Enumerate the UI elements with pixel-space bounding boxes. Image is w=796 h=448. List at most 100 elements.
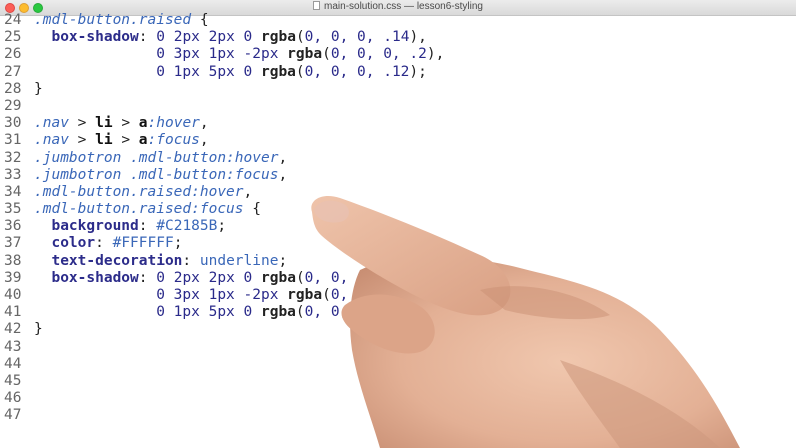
window-title: main-solution.css — lesson6-styling (324, 1, 483, 12)
code-token: , (278, 166, 288, 183)
code-line[interactable]: 46 (0, 390, 796, 407)
code-token: 0 1px 5px 0 (156, 63, 261, 80)
code-line[interactable]: 33 .jumbotron .mdl-button:focus, (0, 167, 796, 184)
code-token: rgba (261, 29, 296, 46)
code-line[interactable]: 28} (0, 81, 796, 98)
code-line[interactable]: 42} (0, 321, 796, 338)
code-token: :focus (147, 132, 200, 149)
line-number: 27 (4, 63, 22, 80)
code-line[interactable]: 40 0 3px 1px -2px rgba(0, 0, 0, .2), (0, 287, 796, 304)
line-number: 31 (4, 132, 22, 149)
code-line[interactable]: 44 (0, 356, 796, 373)
code-token: } (34, 80, 43, 97)
code-line[interactable]: 32 .jumbotron .mdl-button:hover, (0, 150, 796, 167)
code-token: ; (173, 235, 183, 252)
code-token: ), (426, 46, 445, 63)
code-token: 0, 0, 0, .14 (304, 269, 410, 286)
code-text: .jumbotron .mdl-button:hover, (34, 150, 287, 167)
code-line[interactable]: 36 background: #C2185B; (0, 218, 796, 235)
line-number: 24 (4, 12, 22, 28)
line-number: 47 (4, 407, 22, 424)
code-text: color: #FFFFFF; (34, 235, 182, 252)
code-token: text-decoration (51, 252, 183, 269)
code-line[interactable]: 43 (0, 339, 796, 356)
code-text: } (34, 321, 43, 338)
code-token: rgba (260, 63, 296, 80)
code-line[interactable]: 35 .mdl-button.raised:focus { (0, 201, 796, 218)
code-token: ); (409, 304, 427, 321)
code-line[interactable]: 45 (0, 373, 796, 390)
code-token: : (95, 235, 113, 252)
code-token: 0, 0, 0, .2 (330, 46, 427, 63)
code-text: box-shadow: 0 2px 2px 0 rgba(0, 0, 0, .1… (34, 269, 427, 287)
code-token: ( (322, 287, 331, 303)
code-token: .jumbotron .mdl-button:focus (34, 166, 279, 183)
code-token: rgba (287, 287, 323, 303)
line-number: 45 (4, 372, 22, 389)
css-file-icon (313, 1, 321, 10)
code-token: > (112, 115, 139, 132)
code-token: 0 3px 1px -2px (156, 46, 288, 63)
code-token: a (138, 132, 148, 149)
code-token: .jumbotron .mdl-button:hover (34, 149, 279, 166)
code-token: > (68, 132, 96, 149)
line-number: 36 (4, 218, 22, 235)
code-token: #C2185B (156, 218, 218, 235)
code-token: #FFFFFF (112, 235, 174, 252)
code-token: .mdl-button.raised:hover (34, 183, 244, 200)
line-number: 40 (4, 287, 22, 303)
code-text: 0 1px 5px 0 rgba(0, 0, 0, .12); (34, 64, 427, 81)
code-line[interactable]: 29 (0, 98, 796, 115)
code-token: ( (295, 29, 305, 46)
code-line[interactable]: 38 text-decoration: underline; (0, 253, 796, 270)
code-token: 0 1px 5px 0 (156, 304, 261, 321)
code-token: : (138, 29, 157, 46)
code-token: { (191, 12, 209, 28)
code-token: ), (409, 269, 427, 286)
code-token: 0, 0, 0, .12 (304, 63, 410, 80)
code-line[interactable]: 26 0 3px 1px -2px rgba(0, 0, 0, .2), (0, 46, 796, 63)
code-token: box-shadow (51, 269, 139, 286)
code-line[interactable]: 31 .nav > li > a:focus, (0, 132, 796, 149)
code-token: , (243, 183, 253, 200)
code-text: 0 3px 1px -2px rgba(0, 0, 0, .2), (34, 287, 444, 304)
code-text: background: #C2185B; (34, 218, 226, 235)
code-token: { (243, 201, 261, 218)
code-line[interactable]: 30 .nav > li > a:hover, (0, 115, 796, 132)
code-token: ( (295, 304, 305, 321)
code-line[interactable]: 37 color: #FFFFFF; (0, 235, 796, 252)
line-number: 33 (4, 166, 22, 183)
code-text: .jumbotron .mdl-button:focus, (34, 167, 287, 184)
line-number: 29 (4, 97, 22, 114)
line-number: 39 (4, 269, 22, 286)
code-line[interactable]: 47 (0, 407, 796, 424)
code-token: } (34, 321, 43, 338)
code-token: ( (322, 46, 331, 63)
line-number: 46 (4, 390, 22, 407)
code-token: a (138, 115, 148, 132)
code-line[interactable]: 34 .mdl-button.raised:hover, (0, 184, 796, 201)
code-line[interactable]: 39 box-shadow: 0 2px 2px 0 rgba(0, 0, 0,… (0, 270, 796, 287)
code-text: 0 1px 5px 0 rgba(0, 0, 0, .12); (34, 304, 427, 321)
code-token: ; (278, 252, 288, 269)
code-text: .mdl-button.raised:focus { (34, 201, 261, 218)
code-token: ( (295, 63, 305, 80)
code-editor[interactable]: 24 .mdl-button.raised {25 box-shadow: 0 2… (0, 12, 796, 425)
code-text: } (34, 81, 43, 98)
code-line[interactable]: 25 box-shadow: 0 2px 2px 0 rgba(0, 0, 0,… (0, 29, 796, 46)
line-number: 34 (4, 183, 22, 200)
code-text: text-decoration: underline; (34, 253, 287, 270)
code-token: .nav (34, 132, 69, 149)
code-line[interactable]: 24 .mdl-button.raised { (0, 12, 796, 29)
code-line[interactable]: 41 0 1px 5px 0 rgba(0, 0, 0, .12); (0, 304, 796, 321)
code-line[interactable]: 27 0 1px 5px 0 rgba(0, 0, 0, .12); (0, 64, 796, 81)
code-token: 0 2px 2px 0 (156, 269, 262, 286)
code-token: : (182, 252, 200, 269)
code-token: 0 3px 1px -2px (156, 287, 288, 303)
